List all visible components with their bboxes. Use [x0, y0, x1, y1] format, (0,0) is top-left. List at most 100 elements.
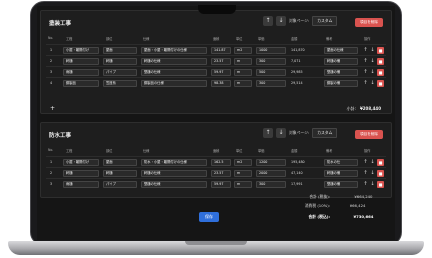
unit-select[interactable]: m: [234, 58, 252, 65]
delete-section-button[interactable]: 項目を削除: [355, 18, 383, 27]
arrow-up-icon[interactable]: ↑: [362, 181, 369, 188]
arrow-up-icon[interactable]: ↑: [263, 128, 273, 138]
row-no: 3: [50, 70, 53, 74]
area-field[interactable]: 23.57: [211, 170, 231, 177]
spec-field[interactable]: 軒樋の仕様: [141, 58, 207, 65]
part-field[interactable]: パイプ: [103, 181, 137, 188]
table-header: No. 工程 部位 仕様 面積 単位 単価 金額 備考 操作: [46, 148, 386, 155]
process-field[interactable]: 軒樋: [63, 170, 99, 177]
col-note: 備考: [326, 149, 333, 153]
spec-field[interactable]: 軒樋の仕様: [141, 170, 207, 177]
area-field[interactable]: 162.5: [211, 159, 231, 166]
price-field[interactable]: 300: [256, 181, 286, 188]
unit-select[interactable]: m: [234, 170, 252, 177]
subtotal-label: 小計:: [346, 106, 356, 111]
arrow-up-icon[interactable]: ↑: [362, 170, 369, 177]
spec-field[interactable]: 鋼製品の仕様: [141, 80, 207, 87]
arrow-up-icon[interactable]: ↑: [362, 58, 369, 65]
amount-value: 17,991: [291, 182, 303, 186]
trash-icon[interactable]: ■: [377, 170, 384, 177]
col-unit: 単位: [236, 37, 243, 41]
area-field[interactable]: 59.97: [211, 181, 231, 188]
grand-total-value: ¥730,664: [353, 214, 374, 219]
table-row: 3 雨樋 パイプ 堅樋の仕様 59.97 m 300 17,991 堅樋の備 ↑…: [46, 178, 386, 189]
spec-field[interactable]: 屋面・小屋・離隔付けの仕様: [141, 47, 207, 54]
col-price: 単価: [258, 149, 265, 153]
arrow-down-icon[interactable]: ↓: [369, 170, 376, 177]
part-field[interactable]: 屋面: [103, 159, 137, 166]
part-field[interactable]: 屋面: [103, 47, 137, 54]
row-no: 3: [50, 182, 53, 186]
arrow-up-icon[interactable]: ↑: [362, 69, 369, 76]
note-field[interactable]: 防水の仕: [324, 159, 358, 166]
note-field[interactable]: 屋面の仕様: [324, 47, 358, 54]
area-field[interactable]: 23.57: [211, 58, 231, 65]
trash-icon[interactable]: ■: [377, 181, 384, 188]
trash-icon[interactable]: ■: [377, 159, 384, 166]
spec-field[interactable]: 堅樋の仕様: [141, 181, 207, 188]
total-label: 合計 (税抜):: [309, 194, 330, 199]
page-select[interactable]: カスタム: [312, 16, 338, 26]
section-painting: 塗装工事 ↑ ↓ 対象ページ: カスタム 項目を削除 No. 工程 部位 仕様 …: [40, 10, 392, 114]
process-field[interactable]: 軒樋: [63, 58, 99, 65]
amount-value: 141,870: [291, 48, 305, 52]
unit-select[interactable]: m: [234, 181, 252, 188]
trash-icon[interactable]: ■: [377, 58, 384, 65]
unit-select[interactable]: m: [234, 69, 252, 76]
note-field[interactable]: 軒樋の備: [324, 170, 358, 177]
process-field[interactable]: 小屋・離隔付け: [63, 47, 99, 54]
process-field[interactable]: 雨樋: [63, 181, 99, 188]
page-label: 対象ページ:: [289, 18, 310, 23]
arrow-up-icon[interactable]: ↑: [362, 159, 369, 166]
area-field[interactable]: 59.97: [211, 69, 231, 76]
process-field[interactable]: 鋼製品: [63, 80, 99, 87]
arrow-down-icon[interactable]: ↓: [369, 80, 376, 87]
col-area: 面積: [213, 37, 220, 41]
arrow-down-icon[interactable]: ↓: [369, 159, 376, 166]
note-field[interactable]: 堅樋の備: [324, 69, 358, 76]
page-select[interactable]: カスタム: [312, 128, 338, 138]
arrow-up-icon[interactable]: ↑: [263, 16, 273, 26]
arrow-down-icon[interactable]: ↓: [369, 69, 376, 76]
area-field[interactable]: 141.87: [211, 47, 231, 54]
process-field[interactable]: 雨樋: [63, 69, 99, 76]
price-field[interactable]: 300: [256, 80, 286, 87]
part-field[interactable]: 軒樋: [103, 58, 137, 65]
part-field[interactable]: パイプ: [103, 69, 137, 76]
subtotal: 小計: ¥208,440: [347, 106, 381, 112]
price-field[interactable]: 2000: [256, 170, 286, 177]
trash-icon[interactable]: ■: [377, 80, 384, 87]
process-field[interactable]: 小屋・離隔付け: [63, 159, 99, 166]
col-unit: 単位: [236, 149, 243, 153]
price-field[interactable]: 1000: [256, 47, 286, 54]
col-area: 面積: [213, 149, 220, 153]
table-row: 2 軒樋 軒樋 軒樋の仕様 23.57 m 300 7,071 軒樋の備 ↑ ↓…: [46, 55, 386, 66]
note-field[interactable]: 鋼製の備: [324, 80, 358, 87]
note-field[interactable]: 軒樋の備: [324, 58, 358, 65]
trash-icon[interactable]: ■: [377, 69, 384, 76]
arrow-down-icon[interactable]: ↓: [369, 181, 376, 188]
unit-select[interactable]: m2: [234, 47, 252, 54]
part-field[interactable]: 軒樋: [103, 170, 137, 177]
part-field[interactable]: 笠座系: [103, 80, 137, 87]
area-field[interactable]: 98.38: [211, 80, 231, 87]
trash-icon[interactable]: ■: [377, 47, 384, 54]
spec-field[interactable]: 防水・小屋・離隔付けの仕様: [141, 159, 207, 166]
save-button[interactable]: 保存: [199, 212, 219, 222]
price-field[interactable]: 300: [256, 58, 286, 65]
arrow-down-icon[interactable]: ↓: [276, 16, 286, 26]
arrow-up-icon[interactable]: ↑: [362, 47, 369, 54]
price-field[interactable]: 500: [256, 69, 286, 76]
unit-select[interactable]: m: [234, 80, 252, 87]
arrow-down-icon[interactable]: ↓: [369, 58, 376, 65]
delete-section-button[interactable]: 項目を削除: [355, 130, 383, 139]
arrow-down-icon[interactable]: ↓: [369, 47, 376, 54]
arrow-up-icon[interactable]: ↑: [362, 80, 369, 87]
arrow-down-icon[interactable]: ↓: [276, 128, 286, 138]
note-field[interactable]: 堅樋の備: [324, 181, 358, 188]
price-field[interactable]: 1200: [256, 159, 286, 166]
unit-select[interactable]: m2: [234, 159, 252, 166]
spec-field[interactable]: 堅樋の仕様: [141, 69, 207, 76]
table-row: 1 小屋・離隔付け 屋面 屋面・小屋・離隔付けの仕様 141.87 m2 100…: [46, 44, 386, 55]
add-row-icon[interactable]: +: [50, 105, 55, 112]
